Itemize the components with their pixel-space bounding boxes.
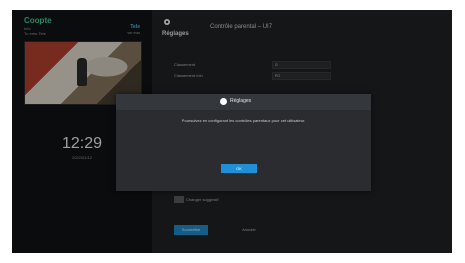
ok-button[interactable]: OK xyxy=(221,164,257,173)
tv-settings-page: Coopte Info Tu eres Tele Tele ver mas 12… xyxy=(0,0,465,263)
dialog-title: Réglages xyxy=(230,98,252,104)
tv-screen: Coopte Info Tu eres Tele Tele ver mas 12… xyxy=(12,10,452,253)
settings-dialog: Réglages Poursuivez en configurant les c… xyxy=(116,94,371,191)
dialog-message: Poursuivez en configurant les contrôles … xyxy=(181,118,306,123)
dialog-header: Réglages xyxy=(116,94,371,110)
info-icon xyxy=(220,98,227,105)
